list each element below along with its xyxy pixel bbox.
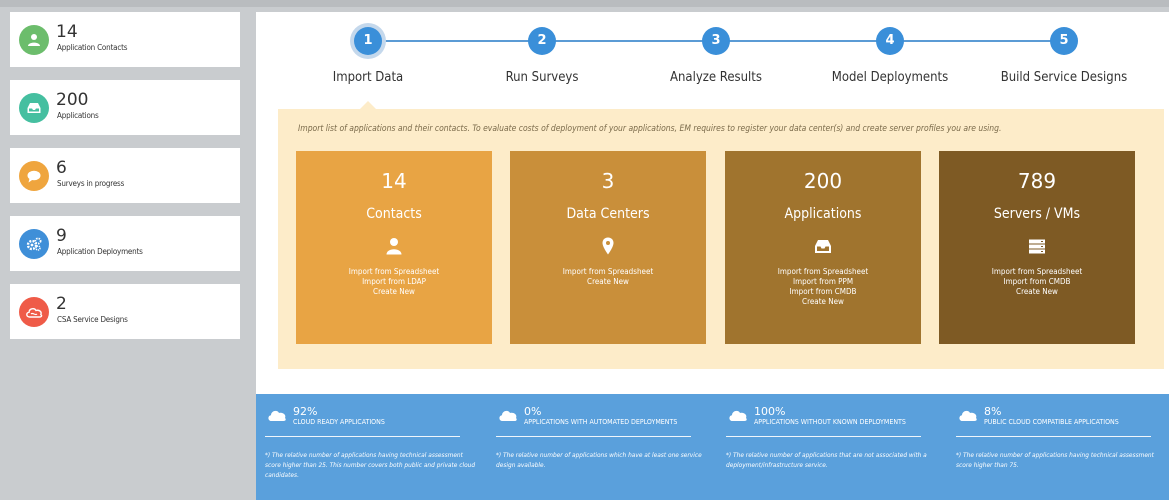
step-number: 4 <box>876 27 904 55</box>
stat-label: Application Deployments <box>57 247 143 256</box>
metric-note: *) The relative number of applications w… <box>496 451 702 469</box>
step-import-data[interactable]: 1 Import Data <box>278 12 458 85</box>
step-label: Model Deployments <box>831 70 949 85</box>
panel-pointer <box>360 101 376 109</box>
import-spreadsheet-link[interactable]: Import from Spreadsheet <box>296 267 492 277</box>
step-label: Analyze Results <box>670 70 762 85</box>
step-analyze-results[interactable]: 3 Analyze Results <box>626 12 806 85</box>
cloud-icon <box>19 297 49 327</box>
step-number: 1 <box>354 27 382 55</box>
inbox-icon <box>813 236 833 256</box>
stat-value: 6 <box>56 158 67 178</box>
cloud-icon <box>499 410 517 421</box>
step-build-service-designs[interactable]: 5 Build Service Designs <box>974 12 1154 85</box>
person-icon <box>384 236 404 256</box>
stat-value: 200 <box>56 90 89 110</box>
tile-title: Servers / VMs <box>993 206 1081 222</box>
tile-value: 789 <box>1017 169 1057 193</box>
gears-icon <box>19 229 49 259</box>
import-data-panel: Import list of applications and their co… <box>278 109 1164 369</box>
map-pin-icon <box>598 236 618 256</box>
create-new-link[interactable]: Create New <box>510 277 706 287</box>
metric-divider <box>496 436 691 437</box>
step-label: Import Data <box>332 70 404 85</box>
tile-value: 3 <box>601 169 615 193</box>
tile-links: Import from Spreadsheet Import from PPM … <box>725 267 921 307</box>
metric-percent: 100% <box>754 405 786 418</box>
import-spreadsheet-link[interactable]: Import from Spreadsheet <box>939 267 1135 277</box>
stat-value: 14 <box>56 22 78 42</box>
tile-contacts[interactable]: 14 Contacts Import from Spreadsheet Impo… <box>296 151 492 344</box>
metric-note: *) The relative number of applications h… <box>265 451 476 479</box>
metric-percent: 0% <box>524 405 542 418</box>
person-icon <box>19 25 49 55</box>
cloud-icon <box>268 410 286 421</box>
tile-value: 200 <box>803 169 843 193</box>
create-new-link[interactable]: Create New <box>725 297 921 307</box>
stat-value: 2 <box>56 294 67 314</box>
import-spreadsheet-link[interactable]: Import from Spreadsheet <box>510 267 706 277</box>
top-bar <box>0 0 1169 7</box>
stat-card-application-deployments[interactable]: 9 Application Deployments <box>10 216 240 271</box>
tile-links: Import from Spreadsheet Import from CMDB… <box>939 267 1135 297</box>
step-number: 3 <box>702 27 730 55</box>
import-spreadsheet-link[interactable]: Import from Spreadsheet <box>725 267 921 277</box>
stat-card-surveys[interactable]: 6 Surveys in progress <box>10 148 240 203</box>
metrics-bar: 92% CLOUD READY APPLICATIONS *) The rela… <box>256 394 1169 500</box>
step-label: Build Service Designs <box>1000 70 1128 85</box>
tile-servers-vms[interactable]: 789 Servers / VMs Import from Spreadshee… <box>939 151 1135 344</box>
stat-value: 9 <box>56 226 67 246</box>
tile-links: Import from Spreadsheet Create New <box>510 267 706 287</box>
metric-note: *) The relative number of applications t… <box>726 451 927 469</box>
tile-links: Import from Spreadsheet Import from LDAP… <box>296 267 492 297</box>
inbox-icon <box>19 93 49 123</box>
tile-title: Contacts <box>366 206 422 222</box>
create-new-link[interactable]: Create New <box>296 287 492 297</box>
cloud-icon <box>959 410 977 421</box>
stat-card-applications[interactable]: 200 Applications <box>10 80 240 135</box>
main-content: 1 Import Data 2 Run Surveys 3 Analyze Re… <box>256 12 1169 394</box>
step-label: Run Surveys <box>505 70 579 85</box>
stat-label: Applications <box>57 111 99 120</box>
metric-note: *) The relative number of applications h… <box>956 451 1154 469</box>
stat-label: Application Contacts <box>57 43 128 52</box>
step-model-deployments[interactable]: 4 Model Deployments <box>800 12 980 85</box>
step-number: 5 <box>1050 27 1078 55</box>
step-number: 2 <box>528 27 556 55</box>
import-ldap-link[interactable]: Import from LDAP <box>296 277 492 287</box>
tile-value: 14 <box>381 169 407 193</box>
tile-data-centers[interactable]: 3 Data Centers Import from Spreadsheet C… <box>510 151 706 344</box>
metric-title: APPLICATIONS WITHOUT KNOWN DEPLOYMENTS <box>754 418 906 426</box>
tile-title: Applications <box>784 206 862 222</box>
cloud-icon <box>729 410 747 421</box>
metric-title: CLOUD READY APPLICATIONS <box>293 418 385 426</box>
metric-title: PUBLIC CLOUD COMPATIBLE APPLICATIONS <box>984 418 1119 426</box>
metric-divider <box>726 436 921 437</box>
create-new-link[interactable]: Create New <box>939 287 1135 297</box>
stat-label: Surveys in progress <box>57 179 125 188</box>
tile-title: Data Centers <box>566 206 650 222</box>
import-cmdb-link[interactable]: Import from CMDB <box>939 277 1135 287</box>
stat-label: CSA Service Designs <box>57 315 128 324</box>
metric-percent: 8% <box>984 405 1002 418</box>
stat-card-application-contacts[interactable]: 14 Application Contacts <box>10 12 240 67</box>
step-run-surveys[interactable]: 2 Run Surveys <box>452 12 632 85</box>
metric-percent: 92% <box>293 405 318 418</box>
sidebar: 14 Application Contacts 200 Applications… <box>0 7 253 500</box>
metric-divider <box>956 436 1151 437</box>
tile-applications[interactable]: 200 Applications Import from Spreadsheet… <box>725 151 921 344</box>
import-cmdb-link[interactable]: Import from CMDB <box>725 287 921 297</box>
metric-divider <box>265 436 460 437</box>
import-ppm-link[interactable]: Import from PPM <box>725 277 921 287</box>
stat-card-csa-service-designs[interactable]: 2 CSA Service Designs <box>10 284 240 339</box>
metric-title: APPLICATIONS WITH AUTOMATED DEPLOYMENTS <box>524 418 678 426</box>
panel-description: Import list of applications and their co… <box>298 124 1002 134</box>
server-icon <box>1027 236 1047 256</box>
chat-bubble-icon <box>19 161 49 191</box>
